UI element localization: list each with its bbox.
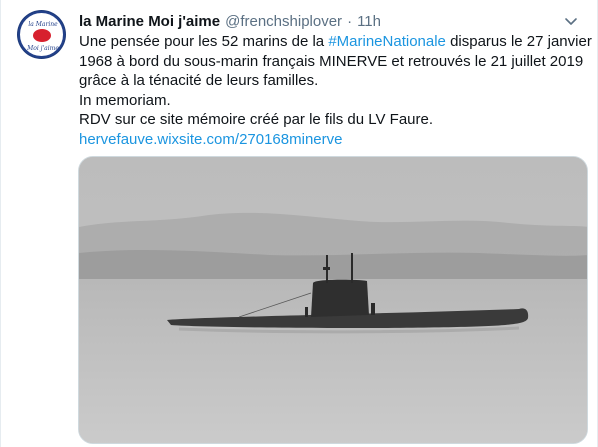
external-link[interactable]: hervefauve.wixsite.com/270168minerve <box>79 131 342 148</box>
chevron-down-icon[interactable] <box>561 11 581 31</box>
text-segment: Une pensée pour les 52 marins de la <box>79 33 329 50</box>
hashtag-link[interactable]: #MarineNationale <box>328 33 446 50</box>
tweet-header: la Marine Moi j'aime @frenchshiplover · … <box>79 11 585 31</box>
tweet-text: Une pensée pour les 52 marins de la #Mar… <box>79 32 592 149</box>
author-handle[interactable]: @frenchshiplover <box>225 13 342 30</box>
tweet-time[interactable]: 11h <box>357 13 381 30</box>
avatar-text-bottom: Moi j'aime <box>27 45 59 52</box>
tweet-line-1: Une pensée pour les 52 marins de la #Mar… <box>79 32 592 52</box>
submarine-photo <box>79 157 587 443</box>
avatar[interactable]: la Marine Moi j'aime <box>17 10 66 59</box>
avatar-red-mark <box>33 29 51 42</box>
avatar-logo: la Marine Moi j'aime <box>18 11 65 58</box>
separator: · <box>347 12 353 30</box>
tweet-line-5: RDV sur ce site mémoire créé par le fils… <box>79 111 434 128</box>
tweet-line-3: grâce à la ténacité de leurs familles. <box>79 72 319 89</box>
text-segment: disparus le 27 janvier <box>445 33 592 50</box>
tweet-line-4: In memoriam. <box>79 91 171 109</box>
tweet-card[interactable]: la Marine Moi j'aime la Marine Moi j'aim… <box>0 0 598 447</box>
tweet-line-2: 1968 à bord du sous-marin français MINER… <box>79 52 584 70</box>
tweet-photo[interactable] <box>78 156 588 444</box>
author-name[interactable]: la Marine Moi j'aime <box>79 13 220 30</box>
